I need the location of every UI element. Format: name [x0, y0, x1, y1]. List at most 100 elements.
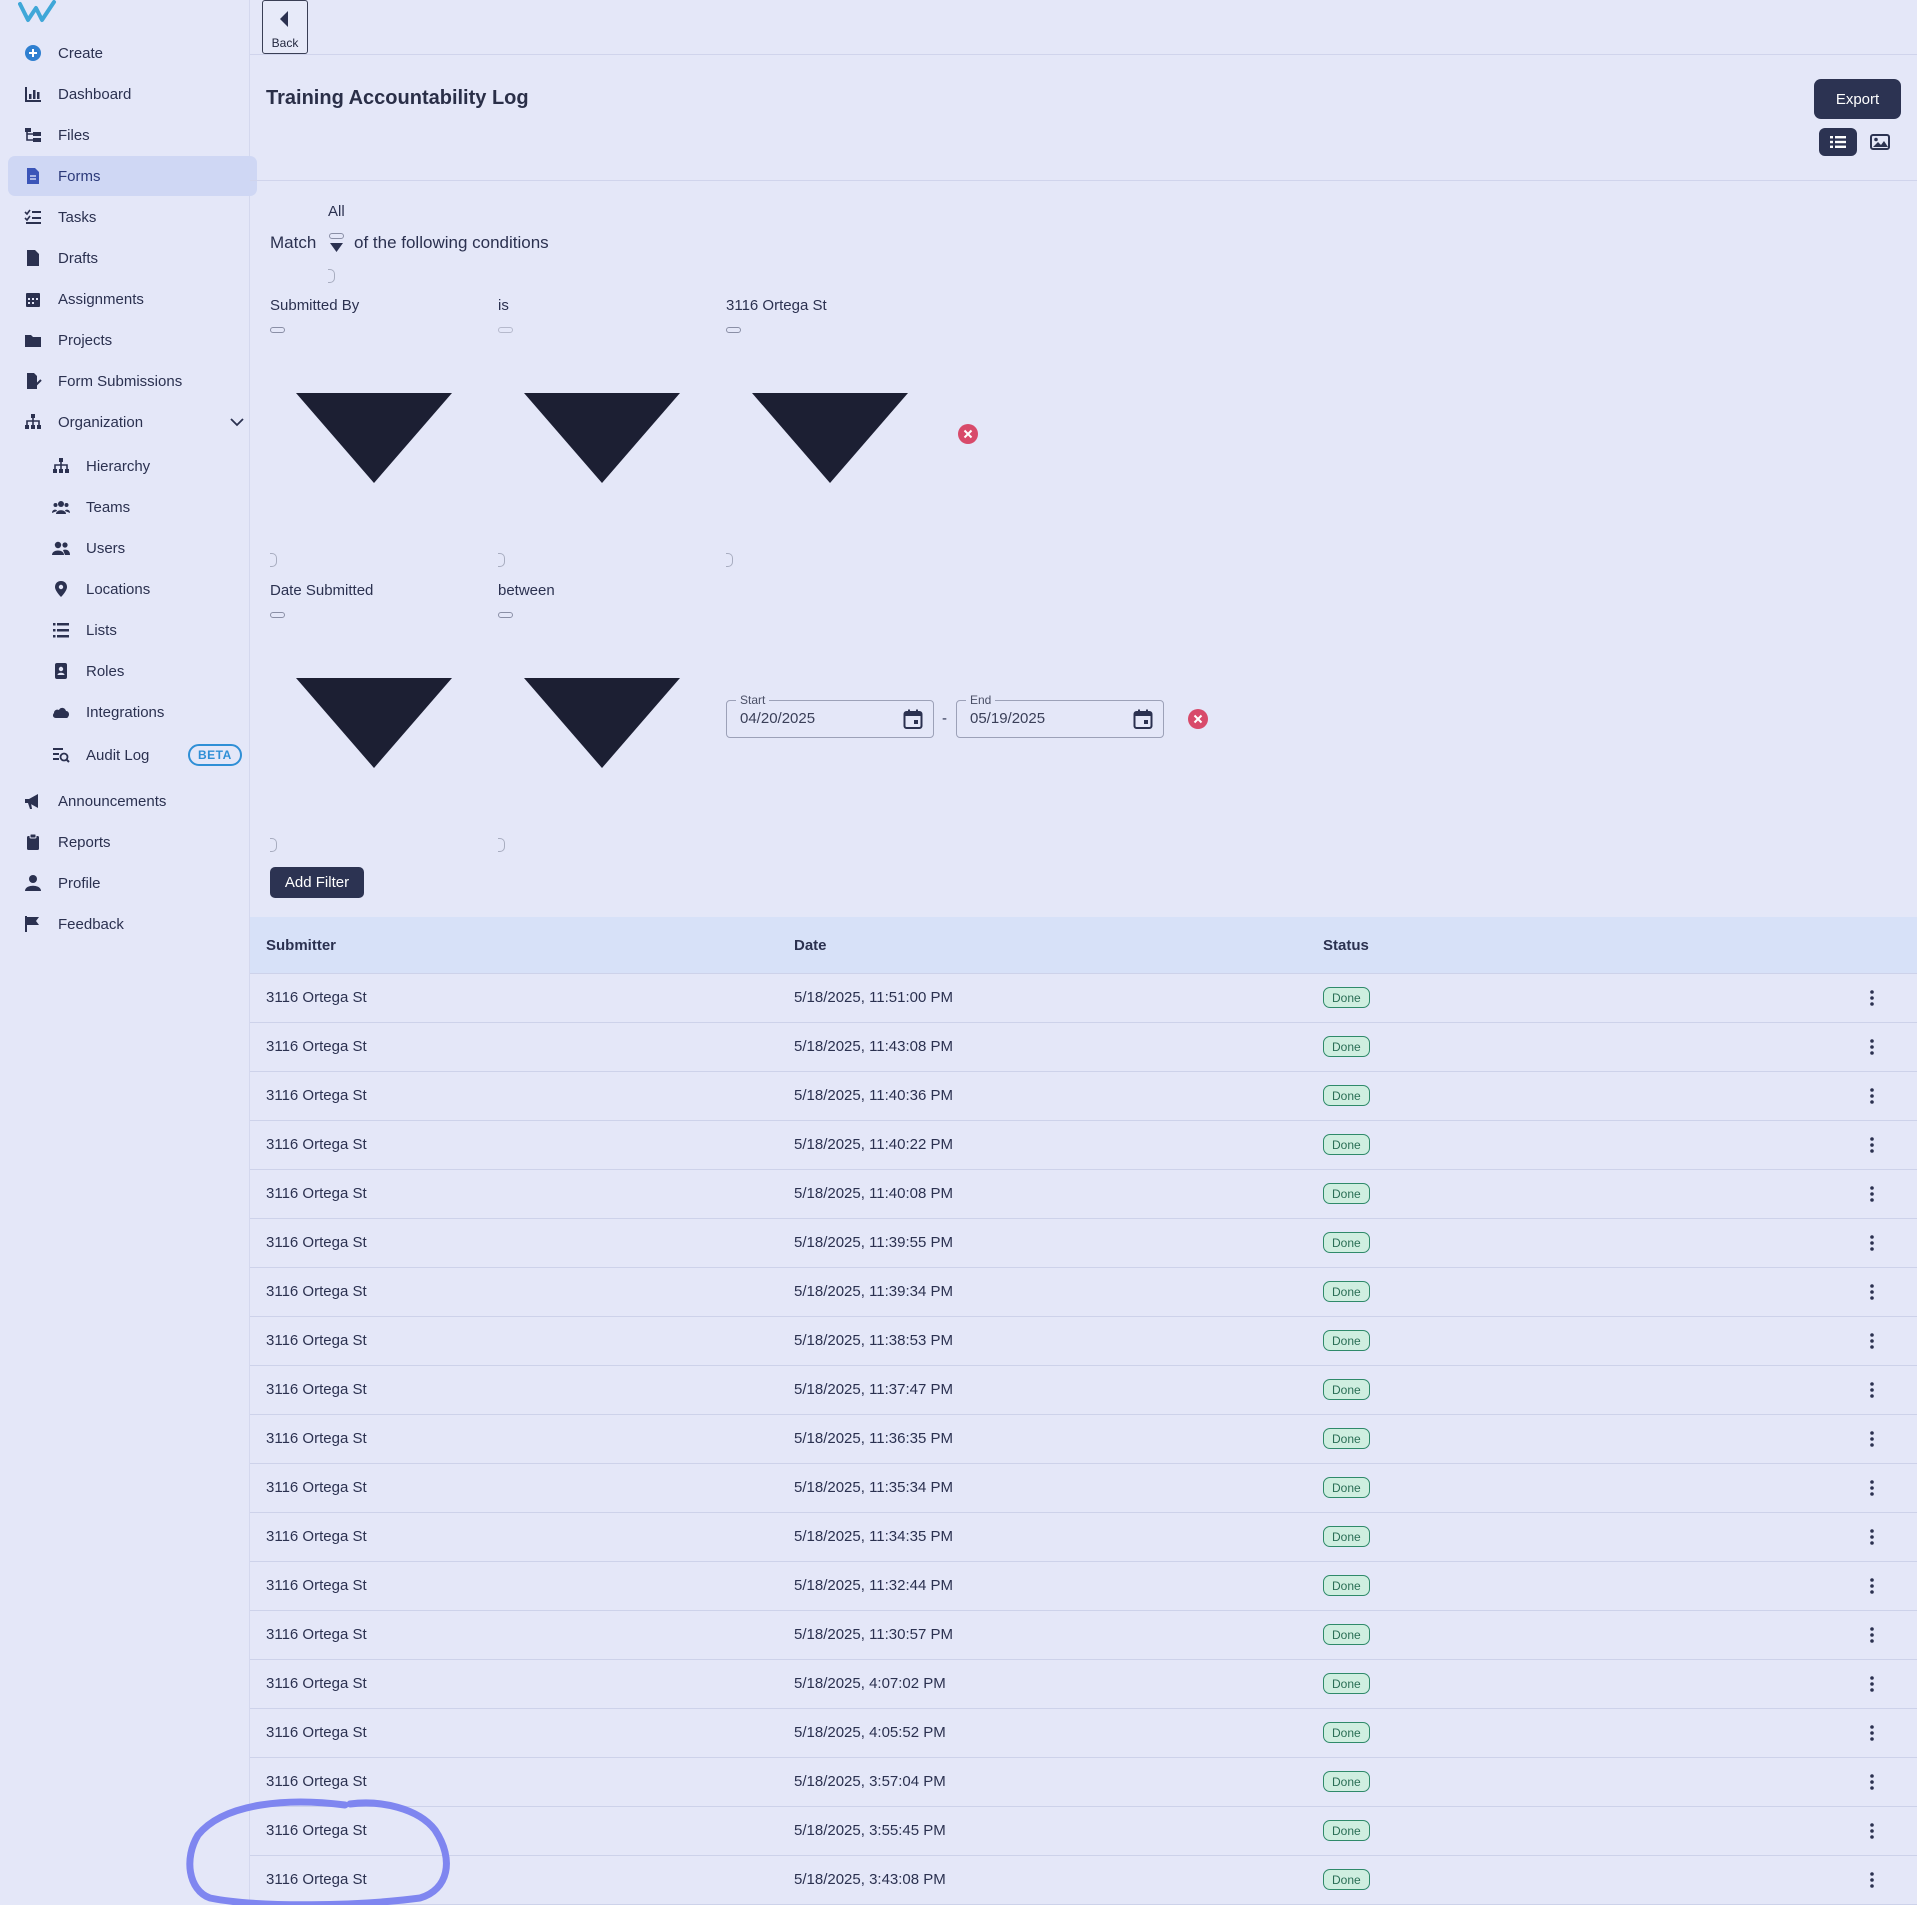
sidebar-item-label: Reports [58, 833, 111, 851]
sidebar-item-label: Forms [58, 167, 101, 185]
back-button[interactable]: Back [262, 0, 308, 54]
submitter-cell: 3116 Ortega St [266, 1626, 367, 1643]
sidebar-item-assignments[interactable]: Assignments [8, 279, 258, 319]
sidebar-item-roles[interactable]: Roles [8, 651, 258, 691]
more-options-icon[interactable] [1862, 1331, 1882, 1351]
list-view-button[interactable] [1819, 128, 1857, 156]
table-row[interactable]: 3116 Ortega St 5/18/2025, 11:37:47 PM Done [250, 1366, 1917, 1415]
sidebar-item-organization[interactable]: Organization [8, 402, 258, 442]
calendar-icon[interactable] [1133, 709, 1153, 729]
table-row[interactable]: 3116 Ortega St 5/18/2025, 11:32:44 PM Done [250, 1562, 1917, 1611]
status-badge: Done [1323, 1379, 1370, 1400]
column-header-status[interactable]: Status [1323, 937, 1369, 954]
app-logo[interactable] [18, 0, 58, 26]
sidebar-item-files[interactable]: Files [8, 115, 258, 155]
sidebar-item-integrations[interactable]: Integrations [8, 692, 258, 732]
table-row[interactable]: 3116 Ortega St 5/18/2025, 11:39:55 PM Done [250, 1219, 1917, 1268]
more-options-icon[interactable] [1862, 1625, 1882, 1645]
sidebar-item-label: Dashboard [58, 85, 132, 103]
calendar-icon[interactable] [903, 709, 923, 729]
operator-select-dropdown[interactable] [522, 675, 682, 770]
sidebar-item-forms[interactable]: Forms [8, 156, 257, 196]
more-options-icon[interactable] [1862, 988, 1882, 1008]
more-options-icon[interactable] [1862, 1870, 1882, 1890]
more-options-icon[interactable] [1862, 1674, 1882, 1694]
value-select-dropdown[interactable] [750, 390, 910, 485]
table-row[interactable]: 3116 Ortega St 5/18/2025, 11:40:36 PM Done [250, 1072, 1917, 1121]
table-row[interactable]: 3116 Ortega St 5/18/2025, 3:57:04 PM Done [250, 1758, 1917, 1807]
table-row[interactable]: 3116 Ortega St 5/18/2025, 11:51:00 PM Done [250, 974, 1917, 1023]
table-row[interactable]: 3116 Ortega St 5/18/2025, 11:43:08 PM Done [250, 1023, 1917, 1072]
export-button[interactable]: Export [1814, 79, 1901, 119]
more-options-icon[interactable] [1862, 1772, 1882, 1792]
more-options-icon[interactable] [1862, 1380, 1882, 1400]
sidebar-item-reports[interactable]: Reports [8, 822, 258, 862]
table-row[interactable]: 3116 Ortega St 5/18/2025, 11:34:35 PM Done [250, 1513, 1917, 1562]
filter-operator-label: between [498, 582, 555, 599]
submissions-table: Submitter Date Status 3116 Ortega St 5/18… [250, 917, 1917, 1905]
gallery-view-button[interactable] [1862, 128, 1898, 156]
end-date-field[interactable]: End 05/19/2025 [956, 693, 1164, 738]
column-header-submitter[interactable]: Submitter [266, 937, 336, 954]
table-row[interactable]: 3116 Ortega St 5/18/2025, 11:36:35 PM Done [250, 1415, 1917, 1464]
more-options-icon[interactable] [1862, 1478, 1882, 1498]
sidebar-item-announcements[interactable]: Announcements [8, 781, 258, 821]
sidebar-item-dashboard[interactable]: Dashboard [8, 74, 258, 114]
add-filter-button[interactable]: Add Filter [270, 867, 364, 898]
table-row[interactable]: 3116 Ortega St 5/18/2025, 11:35:34 PM Done [250, 1464, 1917, 1513]
operator-select-dropdown[interactable] [522, 390, 682, 485]
remove-filter-icon[interactable] [958, 424, 978, 444]
table-row[interactable]: 3116 Ortega St 5/18/2025, 11:38:53 PM Done [250, 1317, 1917, 1366]
more-options-icon[interactable] [1862, 1576, 1882, 1596]
more-options-icon[interactable] [1862, 1723, 1882, 1743]
sidebar-item-projects[interactable]: Projects [8, 320, 258, 360]
field-select-dropdown[interactable] [294, 675, 454, 770]
table-row[interactable]: 3116 Ortega St 5/18/2025, 11:40:08 PM Done [250, 1170, 1917, 1219]
table-body: 3116 Ortega St 5/18/2025, 11:51:00 PM Done… [250, 974, 1917, 1905]
calendar-icon [22, 288, 44, 310]
chevron-down-icon[interactable] [230, 414, 244, 431]
more-options-icon[interactable] [1862, 1135, 1882, 1155]
submitter-cell: 3116 Ortega St [266, 1724, 367, 1741]
sidebar-item-hierarchy[interactable]: Hierarchy [8, 446, 258, 486]
table-row[interactable]: 3116 Ortega St 5/18/2025, 3:55:45 PM Done [250, 1807, 1917, 1856]
sidebar-item-lists[interactable]: Lists [8, 610, 258, 650]
table-row[interactable]: 3116 Ortega St 5/18/2025, 3:43:08 PM Done [250, 1856, 1917, 1905]
sidebar-item-profile[interactable]: Profile [8, 863, 258, 903]
table-row[interactable]: 3116 Ortega St 5/18/2025, 11:39:34 PM Done [250, 1268, 1917, 1317]
date-cell: 5/18/2025, 11:30:57 PM [794, 1626, 954, 1643]
more-options-icon[interactable] [1862, 1527, 1882, 1547]
submitter-cell: 3116 Ortega St [266, 1675, 367, 1692]
more-options-icon[interactable] [1862, 1821, 1882, 1841]
sidebar-item-create[interactable]: Create [8, 33, 258, 73]
more-options-icon[interactable] [1862, 1282, 1882, 1302]
table-row[interactable]: 3116 Ortega St 5/18/2025, 11:30:57 PM Done [250, 1611, 1917, 1660]
sidebar-item-locations[interactable]: Locations [8, 569, 258, 609]
more-options-icon[interactable] [1862, 1429, 1882, 1449]
status-badge: Done [1323, 1183, 1370, 1204]
more-options-icon[interactable] [1862, 1037, 1882, 1057]
select-pill [498, 612, 513, 618]
match-mode-select[interactable] [328, 233, 348, 257]
more-options-icon[interactable] [1862, 1086, 1882, 1106]
sidebar-item-users[interactable]: Users [8, 528, 258, 568]
table-row[interactable]: 3116 Ortega St 5/18/2025, 11:40:22 PM Done [250, 1121, 1917, 1170]
table-row[interactable]: 3116 Ortega St 5/18/2025, 4:05:52 PM Done [250, 1709, 1917, 1758]
sidebar-item-audit-log[interactable]: Audit Log BETA [8, 735, 258, 775]
file-signature-icon [22, 370, 44, 392]
sidebar-item-form-submissions[interactable]: Form Submissions [8, 361, 258, 401]
more-options-icon[interactable] [1862, 1233, 1882, 1253]
sidebar-item-tasks[interactable]: Tasks [8, 197, 258, 237]
clipboard-icon [22, 831, 44, 853]
sidebar-item-teams[interactable]: Teams [8, 487, 258, 527]
remove-filter-icon[interactable] [1188, 709, 1208, 729]
sidebar-item-drafts[interactable]: Drafts [8, 238, 258, 278]
start-date-field[interactable]: Start 04/20/2025 [726, 693, 934, 738]
sidebar-item-label: Roles [86, 662, 125, 680]
more-options-icon[interactable] [1862, 1184, 1882, 1204]
table-row[interactable]: 3116 Ortega St 5/18/2025, 4:07:02 PM Done [250, 1660, 1917, 1709]
field-select-dropdown[interactable] [294, 390, 454, 485]
sidebar-item-feedback[interactable]: Feedback [8, 904, 258, 944]
column-header-date[interactable]: Date [794, 937, 827, 954]
filter-field-label: Submitted By [270, 297, 360, 314]
